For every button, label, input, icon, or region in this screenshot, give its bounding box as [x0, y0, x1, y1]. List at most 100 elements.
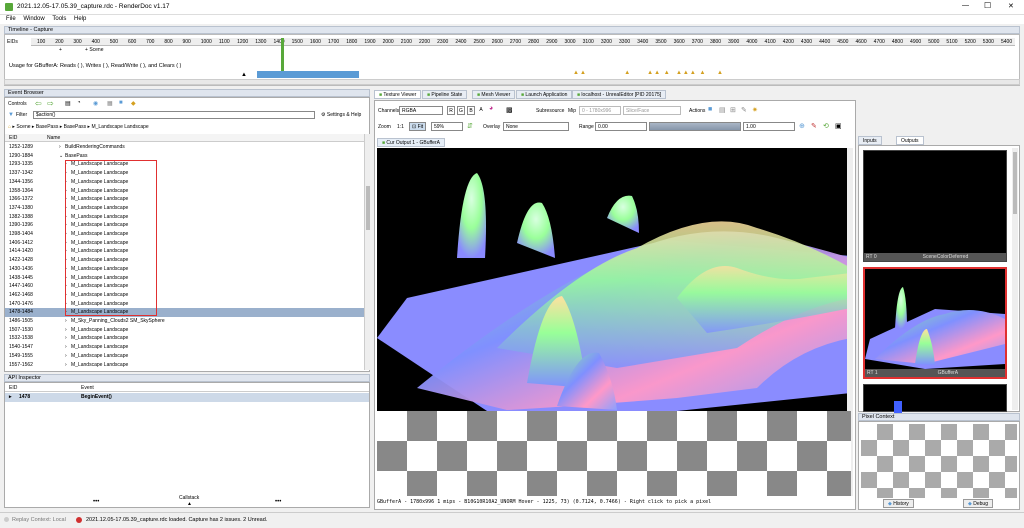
status-message[interactable]: 2021.12.05-17.05.39_capture.rdc loaded. …	[86, 513, 267, 527]
save-icon[interactable]: ■	[119, 100, 123, 106]
settings-gear-icon[interactable]: ✷	[752, 106, 758, 114]
event-row[interactable]: 1414-1420 › M_Landscape Landscape	[5, 247, 365, 256]
range-max-input[interactable]: 1.00	[743, 122, 795, 131]
timeline-scene-label[interactable]: + Scene	[85, 47, 104, 53]
open-texture-icon[interactable]: ▤	[719, 106, 726, 114]
goto-location-icon[interactable]: ⊞	[730, 106, 736, 114]
home-icon[interactable]: ⌂	[8, 124, 11, 130]
history-button[interactable]: ◆ History	[883, 499, 914, 508]
expand-icon[interactable]: ›	[65, 326, 67, 335]
timer-icon[interactable]: ◔	[77, 100, 81, 106]
breadcrumb-landscape[interactable]: M_Landscape Landscape	[91, 124, 148, 130]
channel-g-button[interactable]: G	[457, 106, 465, 115]
channel-b-button[interactable]: B	[467, 106, 475, 115]
zoom-select[interactable]: 59%	[431, 122, 463, 131]
tab-mesh-viewer[interactable]: ■ Mesh Viewer	[472, 90, 516, 99]
event-row[interactable]: 1374-1380 › M_Landscape Landscape	[5, 204, 365, 213]
breadcrumb-basepass-2[interactable]: BasePass	[64, 124, 87, 130]
event-row[interactable]: 1507-1530 › M_Landscape Landscape	[5, 326, 365, 335]
slice-select[interactable]: Slice/Face	[623, 106, 681, 115]
thumbnail-next[interactable]	[863, 384, 1007, 413]
event-row[interactable]: 1422-1428 › M_Landscape Landscape	[5, 256, 365, 265]
event-scrollbar[interactable]	[364, 134, 370, 370]
channel-r-button[interactable]: R	[447, 106, 455, 115]
menu-help[interactable]: Help	[74, 15, 86, 24]
channels-select[interactable]: RGBA	[399, 106, 443, 115]
event-row[interactable]: 1540-1547 › M_Landscape Landscape	[5, 343, 365, 352]
thumbnail-scenecolor[interactable]: RT 0 SceneColorDeferred	[863, 150, 1007, 262]
save-texture-icon[interactable]: ■	[708, 106, 712, 113]
api-col-eid[interactable]: EID	[9, 384, 17, 392]
expand-icon[interactable]: ›	[65, 352, 67, 361]
flip-icon[interactable]: ⇵	[467, 122, 473, 130]
overlay-select[interactable]: None	[503, 122, 569, 131]
debug-button[interactable]: ◆ Debug	[963, 499, 993, 508]
expand-icon[interactable]: ›	[65, 361, 67, 370]
side-scrollbar[interactable]	[1012, 148, 1018, 410]
expand-icon[interactable]: ⌄	[59, 152, 63, 161]
event-row[interactable]: 1486-1505 › M_Sky_Panning_Clouds2 SM_SkySp…	[5, 317, 365, 326]
expand-icon[interactable]: ›	[65, 343, 67, 352]
menu-file[interactable]: File	[6, 15, 16, 24]
texture-viewport[interactable]	[377, 148, 851, 411]
event-row[interactable]: 1398-1404 › M_Landscape Landscape	[5, 230, 365, 239]
maximize-button[interactable]: ☐	[984, 1, 991, 10]
timeline-marker[interactable]	[281, 38, 284, 74]
event-row[interactable]: 1470-1476 › M_Landscape Landscape	[5, 300, 365, 309]
find-icon[interactable]: ◉	[93, 100, 98, 107]
tab-localhost-unrealeditor-pid-20175[interactable]: ■ localhost - UnrealEditor [PID 20175]	[572, 90, 667, 99]
thumbnail-gbuffera[interactable]: RT 1 GBufferA	[863, 267, 1007, 379]
output-tab[interactable]: ■ Cur Output 1 - GBufferA	[377, 138, 445, 147]
event-row[interactable]: 1532-1538 › M_Landscape Landscape	[5, 334, 365, 343]
replay-context[interactable]: Replay Context: Local	[12, 513, 66, 527]
event-row[interactable]: 1366-1372 › M_Landscape Landscape	[5, 195, 365, 204]
range-min-input[interactable]: 0.00	[595, 122, 647, 131]
channel-a-button[interactable]: A	[477, 106, 485, 115]
filter-input[interactable]: $action()	[33, 111, 315, 119]
range-slider[interactable]	[649, 122, 741, 131]
side-scrollbar-thumb[interactable]	[1013, 152, 1017, 214]
timeline-ruler[interactable]: 100 200 300 400 500 600 700 800 900 1000 1100 1200 1…	[31, 38, 1015, 46]
tab-launch-application[interactable]: ■ Launch Application	[516, 90, 573, 99]
fit-button[interactable]: ⊡ Fit	[409, 122, 427, 131]
zoom-range-icon[interactable]: ⊕	[799, 122, 805, 130]
tab-outputs[interactable]: Outputs	[896, 136, 924, 145]
event-row[interactable]: 1293-1335 › M_Landscape Landscape	[5, 160, 365, 169]
event-row[interactable]: 1390-1396 › M_Landscape Landscape	[5, 221, 365, 230]
event-row[interactable]: 1447-1460 › M_Landscape Landscape	[5, 282, 365, 291]
breadcrumb-basepass[interactable]: BasePass	[36, 124, 59, 130]
event-row[interactable]: 1462-1468 › M_Landscape Landscape	[5, 291, 365, 300]
auto-fit-icon[interactable]: ✎	[811, 122, 817, 130]
event-row[interactable]: 1382-1388 › M_Landscape Landscape	[5, 213, 365, 222]
event-row[interactable]: 1406-1412 › M_Landscape Landscape	[5, 239, 365, 248]
export-icon[interactable]: ▦	[107, 100, 113, 107]
event-row[interactable]: 1438-1445 › M_Landscape Landscape	[5, 274, 365, 283]
breadcrumb-scene[interactable]: Scene	[16, 124, 30, 130]
tab-inputs[interactable]: Inputs	[858, 136, 882, 145]
settings-icon[interactable]: ◆	[131, 100, 136, 107]
color-wheel-icon[interactable]: ◕	[489, 105, 493, 112]
event-row[interactable]: 1337-1342 › M_Landscape Landscape	[5, 169, 365, 178]
col-name[interactable]: Name	[47, 134, 60, 142]
api-dots-right[interactable]: •••	[275, 499, 281, 505]
close-button[interactable]: ✕	[1008, 2, 1014, 10]
minimize-button[interactable]: —	[962, 2, 969, 9]
bookmark-icon[interactable]: ▤	[65, 100, 71, 107]
api-dots-left[interactable]: •••	[93, 499, 99, 505]
mip-select[interactable]: 0 - 1780x996	[579, 106, 621, 115]
expand-icon[interactable]: ›	[65, 317, 67, 326]
event-row[interactable]: 1478-1484 › M_Landscape Landscape	[5, 308, 365, 317]
wrench-icon[interactable]: ✎	[741, 106, 747, 114]
histogram-icon[interactable]: ▣	[835, 122, 842, 130]
callstack-arrow-icon[interactable]: ▲	[187, 501, 192, 507]
event-row[interactable]: 1358-1364 › M_Landscape Landscape	[5, 187, 365, 196]
event-row[interactable]: 1430-1436 › M_Landscape Landscape	[5, 265, 365, 274]
zoom-1to1-button[interactable]: 1:1	[397, 124, 404, 130]
timeline-scrollbar[interactable]	[4, 79, 1020, 85]
event-row[interactable]: 1557-1562 › M_Landscape Landscape	[5, 361, 365, 370]
event-row[interactable]: 1344-1356 › M_Landscape Landscape	[5, 178, 365, 187]
event-row[interactable]: 1290-1884 ⌄ BasePass	[5, 152, 365, 161]
nav-forward-icon[interactable]: ⇨	[47, 99, 54, 108]
tab-texture-viewer[interactable]: ■ Texture Viewer	[374, 90, 422, 99]
event-scrollbar-thumb[interactable]	[366, 186, 370, 230]
